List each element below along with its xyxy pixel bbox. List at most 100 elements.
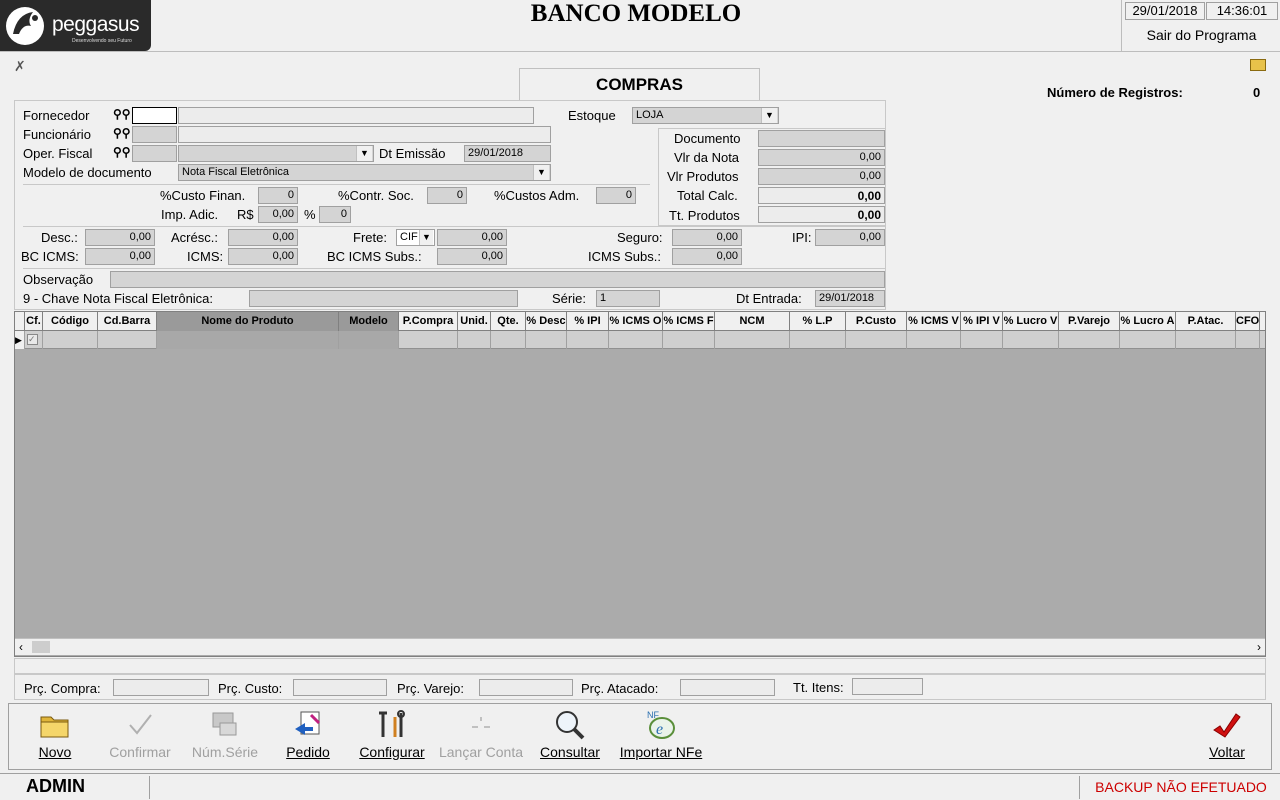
- scroll-right-icon[interactable]: ›: [1257, 640, 1261, 654]
- col-header[interactable]: Modelo: [339, 312, 399, 331]
- col-header[interactable]: % IPI: [567, 312, 609, 331]
- col-header[interactable]: % ICMS O: [609, 312, 663, 331]
- estoque-select[interactable]: LOJA ▼: [632, 107, 779, 124]
- consultar-button[interactable]: Consultar: [536, 704, 604, 771]
- scroll-thumb[interactable]: [32, 641, 50, 653]
- vlr-produtos-field: 0,00: [758, 168, 885, 185]
- oper-fiscal-select[interactable]: ▼: [178, 145, 374, 162]
- folder-open-icon[interactable]: [1250, 59, 1266, 71]
- col-header[interactable]: % ICMS V: [907, 312, 961, 331]
- col-header[interactable]: Cf.: [25, 312, 43, 331]
- confirmar-button[interactable]: Confirmar: [105, 704, 175, 771]
- col-header[interactable]: P.Varejo: [1059, 312, 1120, 331]
- grid-cell[interactable]: [491, 331, 526, 349]
- col-header[interactable]: Código: [43, 312, 98, 331]
- grid-cell[interactable]: [790, 331, 846, 349]
- documento-field: [758, 130, 885, 147]
- grid-cell[interactable]: [526, 331, 567, 349]
- grid-cell[interactable]: [1236, 331, 1260, 349]
- chave-nfe-field[interactable]: [249, 290, 518, 307]
- chevron-down-icon[interactable]: ▼: [533, 165, 549, 180]
- seguro-field[interactable]: 0,00: [672, 229, 742, 246]
- col-header[interactable]: P.Atac.: [1176, 312, 1236, 331]
- grid-cell[interactable]: [715, 331, 790, 349]
- grid-cell[interactable]: [609, 331, 663, 349]
- num-serie-button[interactable]: Núm.Série: [187, 704, 263, 771]
- col-header[interactable]: CFO: [1236, 312, 1260, 331]
- pedido-button[interactable]: Pedido: [279, 704, 337, 771]
- contr-soc-field[interactable]: 0: [427, 187, 467, 204]
- dt-entrada-field[interactable]: 29/01/2018: [815, 290, 885, 307]
- fornecedor-code-input[interactable]: [132, 107, 177, 124]
- icms-field[interactable]: 0,00: [228, 248, 298, 265]
- exit-program-button[interactable]: Sair do Programa: [1122, 27, 1280, 43]
- chevron-down-icon[interactable]: ▼: [419, 230, 433, 245]
- grid-cell[interactable]: [663, 331, 715, 349]
- modelo-doc-select[interactable]: Nota Fiscal Eletrônica ▼: [178, 164, 551, 181]
- novo-button[interactable]: Novo: [29, 704, 81, 771]
- grid-cell[interactable]: [399, 331, 458, 349]
- col-header[interactable]: % L.P: [790, 312, 846, 331]
- grid-cell[interactable]: [846, 331, 907, 349]
- search-fornecedor-icon[interactable]: ⚲⚲: [113, 107, 131, 121]
- grid-cell[interactable]: [98, 331, 157, 349]
- grid-cell[interactable]: [1120, 331, 1176, 349]
- col-header[interactable]: Nome do Produto: [157, 312, 339, 331]
- col-header[interactable]: % ICMS F: [663, 312, 715, 331]
- serie-field[interactable]: 1: [596, 290, 660, 307]
- col-header[interactable]: NCM: [715, 312, 790, 331]
- voltar-button[interactable]: Voltar: [1197, 704, 1257, 771]
- col-header[interactable]: P.Compra: [399, 312, 458, 331]
- observacao-field[interactable]: [110, 271, 885, 288]
- custos-adm-field[interactable]: 0: [596, 187, 636, 204]
- row-pointer-icon: ▶: [15, 331, 25, 349]
- pin-icon[interactable]: ✗: [14, 58, 26, 75]
- col-header[interactable]: % Desc: [526, 312, 567, 331]
- scroll-left-icon[interactable]: ‹: [19, 640, 23, 654]
- ipi-field[interactable]: 0,00: [815, 229, 885, 246]
- col-header[interactable]: % Lucro A: [1120, 312, 1176, 331]
- search-oper-fiscal-icon[interactable]: ⚲⚲: [113, 145, 131, 159]
- chevron-down-icon[interactable]: ▼: [761, 108, 777, 123]
- frete-field[interactable]: 0,00: [437, 229, 507, 246]
- chevron-down-icon[interactable]: ▼: [356, 146, 372, 161]
- bc-icms-subs-field[interactable]: 0,00: [437, 248, 507, 265]
- desc-field[interactable]: 0,00: [85, 229, 155, 246]
- lancar-conta-button[interactable]: Lançar Conta: [435, 704, 527, 771]
- custo-finan-field[interactable]: 0: [258, 187, 298, 204]
- importar-nfe-button[interactable]: NF e Importar NFe: [611, 704, 711, 771]
- items-grid[interactable]: Cf. Código Cd.Barra Nome do Produto Mode…: [14, 311, 1266, 657]
- documento-label: Documento: [674, 131, 741, 146]
- grid-cell[interactable]: [1003, 331, 1059, 349]
- icms-subs-field[interactable]: 0,00: [672, 248, 742, 265]
- col-header[interactable]: % IPI V: [961, 312, 1003, 331]
- prc-varejo-field: [479, 679, 573, 696]
- grid-cell[interactable]: [43, 331, 98, 349]
- imp-adic-rs-field[interactable]: 0,00: [258, 206, 298, 223]
- cf-checkbox[interactable]: ✓: [25, 331, 43, 349]
- table-row[interactable]: ▶ ✓: [15, 331, 1265, 349]
- grid-cell[interactable]: [157, 331, 339, 349]
- grid-cell[interactable]: [907, 331, 961, 349]
- frete-type-select[interactable]: CIF ▼: [396, 229, 435, 246]
- tt-produtos-label: Tt. Produtos: [669, 208, 740, 223]
- acresc-field[interactable]: 0,00: [228, 229, 298, 246]
- grid-cell[interactable]: [567, 331, 609, 349]
- col-header[interactable]: % Lucro V: [1003, 312, 1059, 331]
- imp-adic-pct-field[interactable]: 0: [319, 206, 351, 223]
- grid-cell[interactable]: [961, 331, 1003, 349]
- col-header[interactable]: Cd.Barra: [98, 312, 157, 331]
- grid-cell[interactable]: [1059, 331, 1120, 349]
- configurar-button[interactable]: Configurar: [355, 704, 429, 771]
- grid-cell[interactable]: [458, 331, 491, 349]
- col-header[interactable]: P.Custo: [846, 312, 907, 331]
- bc-icms-field[interactable]: 0,00: [85, 248, 155, 265]
- col-header[interactable]: Unid.: [458, 312, 491, 331]
- grid-cell[interactable]: [1176, 331, 1236, 349]
- dt-emissao-field[interactable]: 29/01/2018: [464, 145, 551, 162]
- col-header[interactable]: Qte.: [491, 312, 526, 331]
- grid-cell[interactable]: [339, 331, 399, 349]
- desc-label: Desc.:: [41, 230, 78, 245]
- search-funcionario-icon[interactable]: ⚲⚲: [113, 126, 131, 140]
- grid-hscrollbar[interactable]: ‹ ›: [15, 638, 1265, 655]
